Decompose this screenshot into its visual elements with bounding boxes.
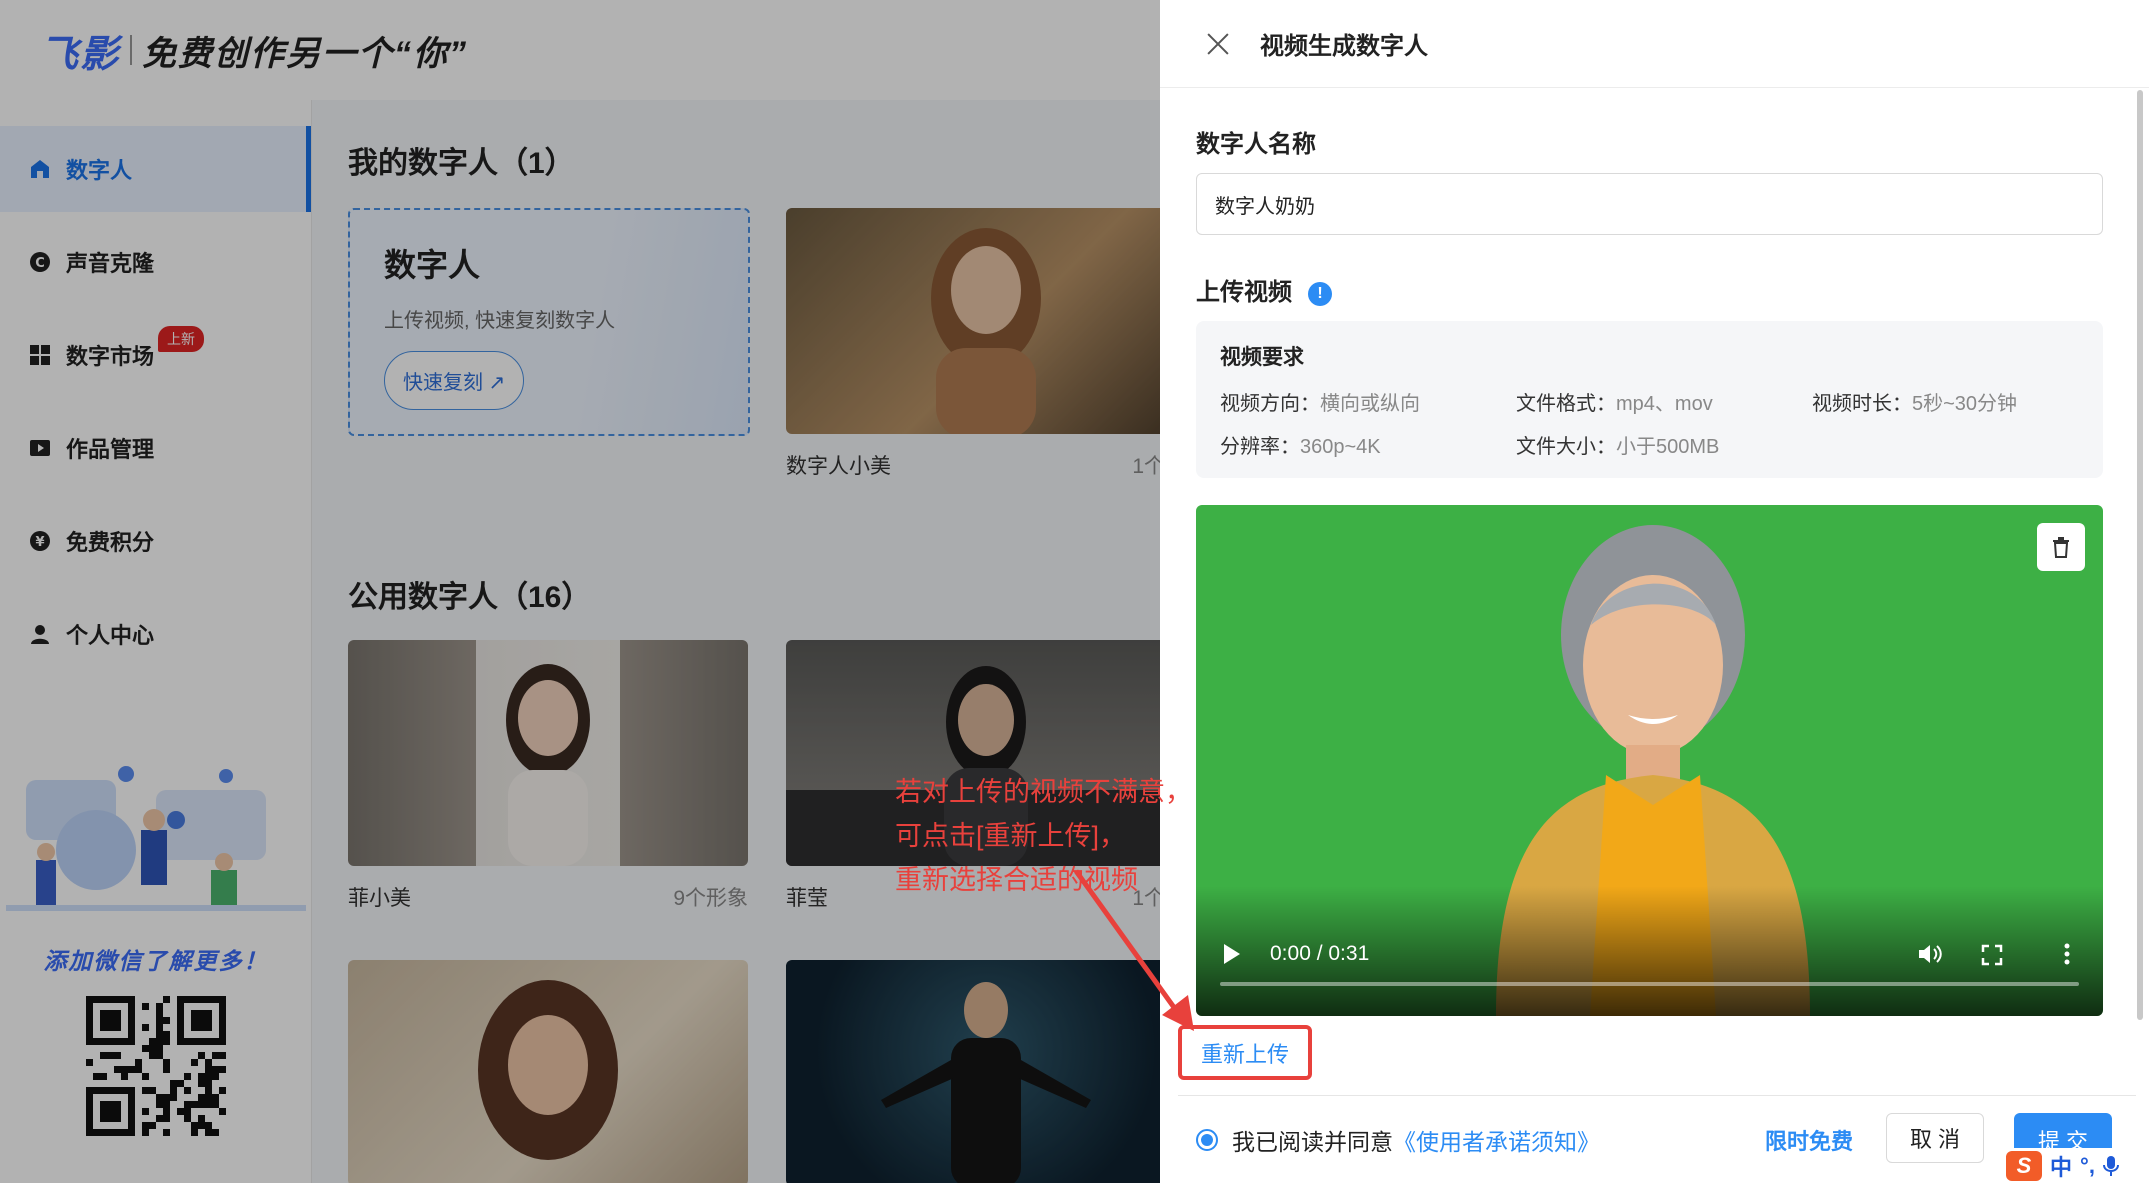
requirement-key: 视频方向： <box>1220 393 1320 415</box>
info-icon[interactable]: ! <box>1308 281 1332 306</box>
upload-field-label: 上传视频! <box>1196 272 1332 307</box>
create-digital-human-drawer: 视频生成数字人 数字人名称 上传视频! 视频要求 视频方向：横向或纵向 文件格式… <box>1160 0 2149 1183</box>
requirement-item: 文件格式：mp4、mov <box>1516 387 1812 416</box>
requirement-key: 文件格式： <box>1516 393 1616 415</box>
video-progress-bar[interactable] <box>1220 982 2079 986</box>
video-time: 0:00 / 0:31 <box>1270 942 1370 965</box>
requirements-title: 视频要求 <box>1220 346 1304 369</box>
ime-mode[interactable]: 中 <box>2050 1150 2072 1182</box>
digital-human-name-input[interactable] <box>1196 173 2103 235</box>
requirement-value: 横向或纵向 <box>1320 393 1420 415</box>
requirement-item: 文件大小：小于500MB <box>1516 430 1812 459</box>
microphone-icon[interactable] <box>2102 1155 2119 1177</box>
free-label: 限时免费 <box>1765 1128 1854 1154</box>
requirement-value: mp4、mov <box>1616 393 1713 415</box>
punctuation-icon[interactable]: °, <box>2080 1153 2095 1179</box>
play-icon[interactable] <box>1224 944 1240 964</box>
annotation-line: 若对上传的视频不满意， <box>895 777 1192 807</box>
ime-toolbar[interactable]: S 中 °, <box>2000 1148 2149 1183</box>
requirement-value: 5秒~30分钟 <box>1912 393 2018 415</box>
trash-icon <box>2053 537 2069 558</box>
agreement-link[interactable]: 《使用者承诺须知》 <box>1393 1123 1600 1157</box>
scrollbar[interactable] <box>2137 90 2143 1020</box>
requirement-key: 文件大小： <box>1516 436 1616 458</box>
requirement-item: 分辨率：360p~4K <box>1220 430 1516 459</box>
agree-text: 我已阅读并同意 <box>1232 1128 1393 1155</box>
requirement-value: 小于500MB <box>1616 436 1720 458</box>
drawer-title: 视频生成数字人 <box>1260 33 1428 60</box>
more-icon[interactable] <box>2063 942 2071 966</box>
close-icon[interactable] <box>1204 30 1232 58</box>
upload-label-text: 上传视频 <box>1196 279 1292 306</box>
video-controls: 0:00 / 0:31 <box>1196 886 2103 1016</box>
requirement-key: 分辨率： <box>1220 436 1300 458</box>
sogou-logo: S <box>2006 1150 2042 1181</box>
annotation-arrow <box>1073 869 1194 1031</box>
video-player[interactable]: 0:00 / 0:31 <box>1196 505 2103 1016</box>
agree-radio[interactable] <box>1196 1128 1218 1151</box>
modal-overlay[interactable] <box>0 0 1160 1183</box>
requirement-key: 视频时长： <box>1812 393 1912 415</box>
requirement-item: 视频方向：横向或纵向 <box>1220 387 1516 416</box>
annotation-line: 可点击[重新上传]， <box>895 821 1127 851</box>
delete-video-button[interactable] <box>2037 523 2085 571</box>
drawer-footer: 我已阅读并同意 《使用者承诺须知》 限时免费 取 消 提 交 <box>1178 1095 2136 1183</box>
requirement-value: 360p~4K <box>1300 436 1381 458</box>
video-requirements: 视频要求 视频方向：横向或纵向 文件格式：mp4、mov 视频时长：5秒~30分… <box>1196 321 2103 478</box>
fullscreen-icon[interactable] <box>1981 944 2003 966</box>
drawer-header: 视频生成数字人 <box>1160 0 2149 88</box>
requirement-item: 视频时长：5秒~30分钟 <box>1812 387 2108 416</box>
name-field-label: 数字人名称 <box>1196 131 1316 158</box>
volume-icon[interactable] <box>1917 942 1943 966</box>
cancel-button[interactable]: 取 消 <box>1886 1113 1984 1163</box>
